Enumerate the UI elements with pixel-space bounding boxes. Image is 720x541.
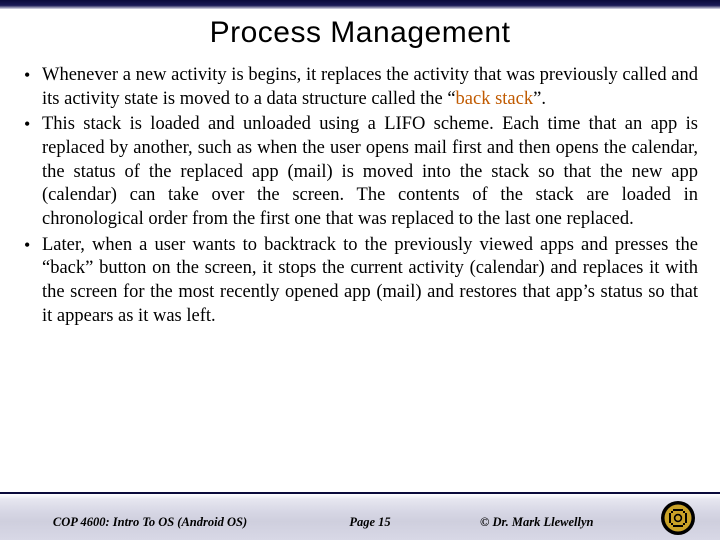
top-band-decoration xyxy=(0,0,720,10)
footer-page: Page 15 xyxy=(300,515,440,530)
slide-title: Process Management xyxy=(0,16,720,50)
bullet-list: Whenever a new activity is begins, it re… xyxy=(20,64,698,328)
footer-row: COP 4600: Intro To OS (Android OS) Page … xyxy=(0,515,720,530)
bullet-2: This stack is loaded and unloaded using … xyxy=(20,113,698,231)
bullet-1-highlight: back stack xyxy=(456,89,534,109)
bullet-3-text: Later, when a user wants to backtrack to… xyxy=(42,235,698,326)
ucf-logo-icon xyxy=(660,500,696,536)
footer-course: COP 4600: Intro To OS (Android OS) xyxy=(0,515,300,530)
slide-content: Whenever a new activity is begins, it re… xyxy=(20,64,698,330)
bullet-1-text-pre: Whenever a new activity is begins, it re… xyxy=(42,65,698,109)
bullet-3: Later, when a user wants to backtrack to… xyxy=(20,234,698,329)
bullet-1-text-post: ”. xyxy=(533,89,546,109)
bullet-2-text: This stack is loaded and unloaded using … xyxy=(42,114,698,229)
slide: Process Management Whenever a new activi… xyxy=(0,0,720,540)
bullet-1: Whenever a new activity is begins, it re… xyxy=(20,64,698,111)
